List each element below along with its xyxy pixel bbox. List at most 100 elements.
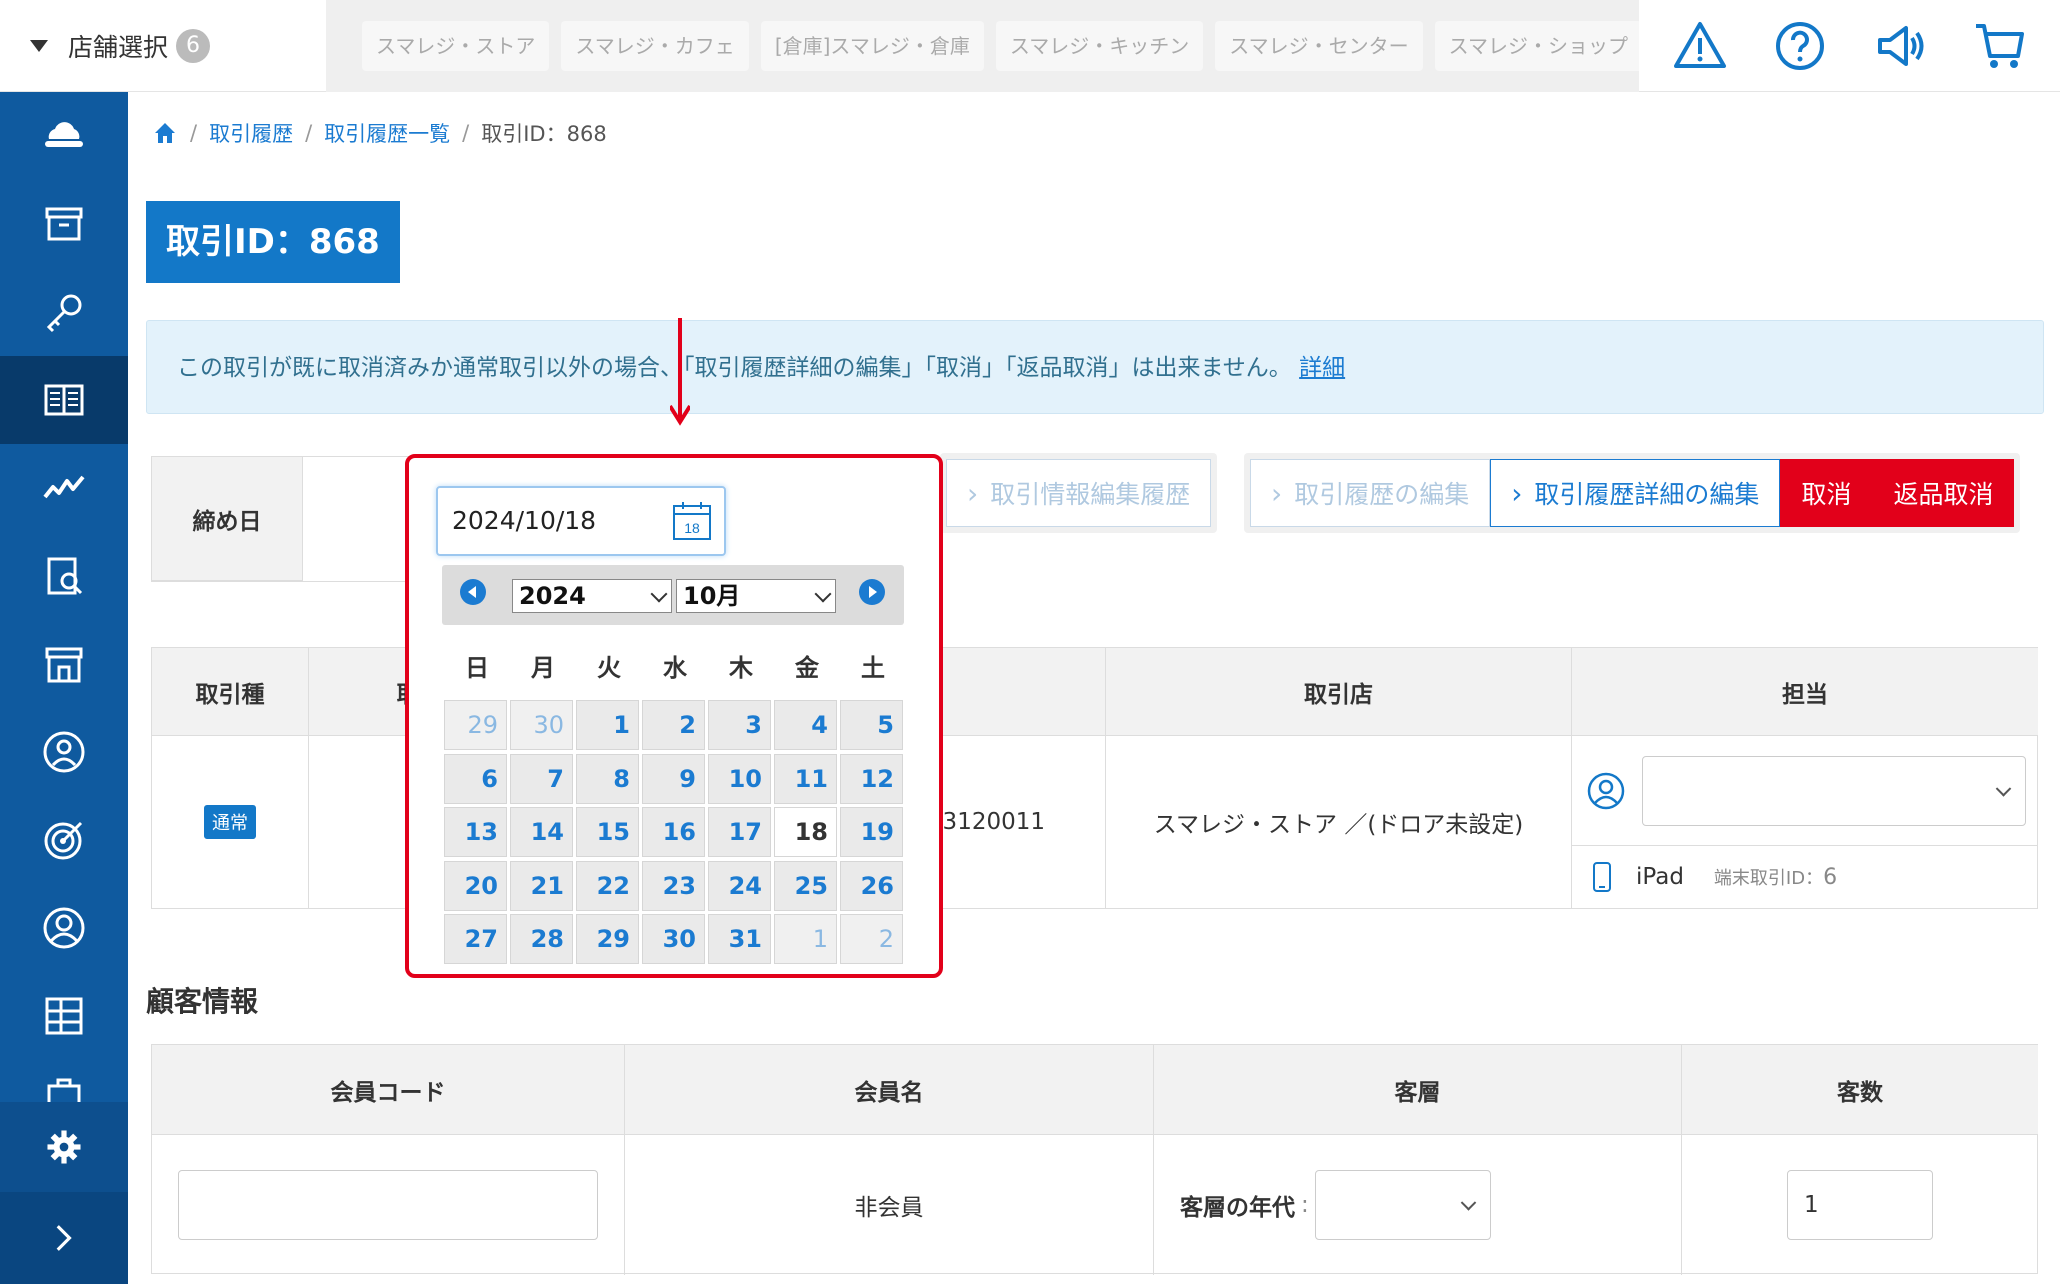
calendar-day[interactable]: 20 <box>444 860 507 911</box>
down-arrow-annotation <box>670 318 690 426</box>
calendar-day[interactable]: 1 <box>774 914 837 964</box>
breadcrumb-separator: / <box>462 121 470 145</box>
sidebar-item-products[interactable] <box>0 180 128 268</box>
closing-date-label: 締め日 <box>152 457 303 581</box>
sidebar-item-members[interactable] <box>0 884 128 972</box>
next-month-button[interactable] <box>859 579 885 605</box>
calendar-day[interactable]: 2 <box>840 914 903 964</box>
cart-icon[interactable] <box>1972 18 2028 74</box>
calendar-day[interactable]: 26 <box>840 860 903 911</box>
store-cell: スマレジ・ストア ／(ドロア未設定) <box>1106 736 1572 908</box>
calendar-day[interactable]: 25 <box>774 860 837 911</box>
calendar-day[interactable]: 8 <box>576 753 639 804</box>
sidebar-item-home[interactable] <box>0 92 128 180</box>
calendar-day[interactable]: 14 <box>510 807 573 857</box>
calendar-icon[interactable]: 18 <box>671 500 713 542</box>
calendar-day[interactable]: 29 <box>444 700 507 750</box>
calendar-day[interactable]: 22 <box>576 860 639 911</box>
sidebar-item-apps[interactable] <box>0 972 128 1060</box>
staff-user-icon <box>1587 772 1625 809</box>
home-icon[interactable] <box>152 120 178 146</box>
store-tab[interactable]: スマレジ・カフェ <box>561 21 749 71</box>
sidebar-item-stores[interactable] <box>0 620 128 708</box>
store-select[interactable]: 店舗選択 6 <box>0 0 326 92</box>
calendar-day[interactable]: 13 <box>444 807 507 857</box>
calendar-day[interactable]: 16 <box>642 807 705 857</box>
calendar-day[interactable]: 9 <box>642 753 705 804</box>
calendar-day[interactable]: 1 <box>576 700 639 750</box>
store-tabs: スマレジ・ストア スマレジ・カフェ [倉庫]スマレジ・倉庫 スマレジ・キッチン … <box>326 0 1639 92</box>
age-select[interactable] <box>1314 1170 1491 1240</box>
calendar-day[interactable]: 7 <box>510 753 573 804</box>
staff-select[interactable] <box>1642 755 2026 826</box>
calendar-day[interactable]: 30 <box>510 700 573 750</box>
report-search-icon <box>47 557 83 595</box>
edit-history-button[interactable]: › 取引履歴の編集 <box>1250 459 1491 527</box>
calendar-day[interactable]: 4 <box>774 700 837 750</box>
edit-log-label: 取引情報編集履歴 <box>990 480 1191 509</box>
staff-cell <box>1572 736 2038 846</box>
notice-text: この取引が既に取消済みか通常取引以外の場合、「取引履歴詳細の編集」「取消」「返品… <box>177 355 1292 381</box>
age-label-colon: : <box>1301 1192 1309 1218</box>
store-tab[interactable]: [倉庫]スマレジ・倉庫 <box>760 21 984 71</box>
help-icon[interactable] <box>1772 18 1828 74</box>
calendar-day-selected[interactable]: 18 <box>774 807 837 857</box>
member-code-input[interactable] <box>178 1170 598 1240</box>
warning-icon[interactable] <box>1672 18 1728 74</box>
calendar-day[interactable]: 19 <box>840 807 903 857</box>
sidebar-item-staff[interactable] <box>0 708 128 796</box>
top-bar: 店舗選択 6 スマレジ・ストア スマレジ・カフェ [倉庫]スマレジ・倉庫 スマレ… <box>0 0 2060 92</box>
cancel-button[interactable]: 取消 <box>1780 459 1873 527</box>
calendar-day[interactable]: 28 <box>510 914 573 964</box>
month-select[interactable]: 10月 <box>676 579 836 613</box>
target-icon <box>44 821 83 860</box>
sidebar-item-transactions[interactable] <box>0 356 128 444</box>
sidebar-item-analytics[interactable] <box>0 444 128 532</box>
sidebar-expand[interactable] <box>0 1192 128 1284</box>
sidebar-item-reports[interactable] <box>0 532 128 620</box>
calendar-day[interactable]: 3 <box>708 700 771 750</box>
age-label: 客層の年代 <box>1180 1195 1295 1221</box>
calendar-day[interactable]: 2 <box>642 700 705 750</box>
action-button-group: › 取引履歴の編集 › 取引履歴詳細の編集 取消 返品取消 <box>1244 453 2021 533</box>
calendar-day[interactable]: 21 <box>510 860 573 911</box>
edit-log-button[interactable]: › 取引情報編集履歴 <box>946 459 1212 527</box>
calendar-day[interactable]: 17 <box>708 807 771 857</box>
calendar-day[interactable]: 11 <box>774 753 837 804</box>
count-cell: 1 <box>1682 1135 2038 1275</box>
weekday-label: 日 <box>465 654 489 682</box>
header-store: 取引店 <box>1106 648 1572 736</box>
notice-detail-link[interactable]: 詳細 <box>1299 355 1345 381</box>
store-tab[interactable]: スマレジ・キッチン <box>995 21 1204 71</box>
calendar-day[interactable]: 6 <box>444 753 507 804</box>
calendar-day[interactable]: 10 <box>708 753 771 804</box>
store-tab[interactable]: スマレジ・ストア <box>362 21 550 71</box>
calendar-day[interactable]: 23 <box>642 860 705 911</box>
customer-count-input[interactable]: 1 <box>1787 1170 1933 1240</box>
calendar-day[interactable]: 15 <box>576 807 639 857</box>
store-tab[interactable]: スマレジ・センター <box>1215 21 1423 71</box>
prev-month-button[interactable] <box>460 579 486 605</box>
sidebar-item-bag[interactable] <box>0 1060 128 1102</box>
sidebar-item-targets[interactable] <box>0 796 128 884</box>
calendar-day[interactable]: 12 <box>840 753 903 804</box>
year-select[interactable]: 2024 <box>512 579 672 613</box>
key-icon <box>46 294 82 333</box>
calendar-day[interactable]: 29 <box>576 914 639 964</box>
store-count-badge: 6 <box>176 29 211 63</box>
breadcrumb-link[interactable]: 取引履歴一覧 <box>324 118 450 148</box>
calendar-day[interactable]: 27 <box>444 914 507 964</box>
calendar-day[interactable]: 30 <box>642 914 705 964</box>
calendar-day[interactable]: 31 <box>708 914 771 964</box>
sidebar-settings[interactable] <box>0 1102 128 1192</box>
type-cell: 通常 <box>152 736 309 908</box>
breadcrumb-link[interactable]: 取引履歴 <box>209 118 293 148</box>
store-tab[interactable]: スマレジ・ショップ <box>1434 21 1639 71</box>
member-name-cell: 非会員 <box>625 1135 1154 1275</box>
return-cancel-button[interactable]: 返品取消 <box>1872 459 2015 527</box>
megaphone-icon[interactable] <box>1872 18 1928 74</box>
calendar-day[interactable]: 5 <box>840 700 903 750</box>
sidebar-item-settings-key[interactable] <box>0 268 128 356</box>
calendar-day[interactable]: 24 <box>708 860 771 911</box>
edit-detail-button[interactable]: › 取引履歴詳細の編集 <box>1490 459 1781 527</box>
